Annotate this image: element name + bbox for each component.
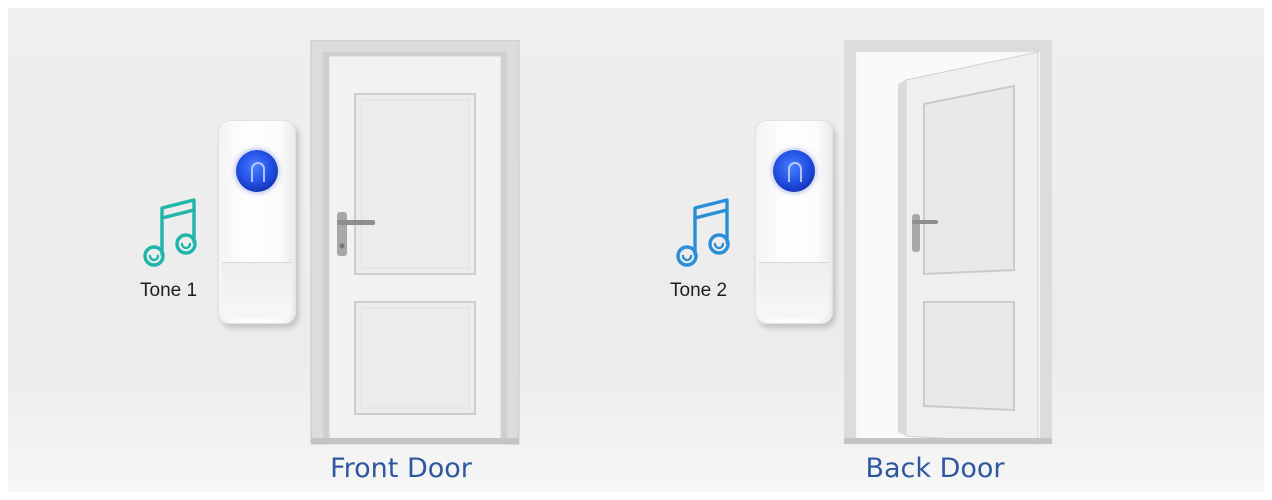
door-label: Back Door <box>865 453 1005 484</box>
doorbell-button-light <box>236 150 278 192</box>
front-door <box>310 40 520 445</box>
doorbell-button-light <box>773 150 815 192</box>
product-illustration: Tone 1 Front Door Tone 2 Back Door <box>0 0 1272 500</box>
tone-label: Tone 2 <box>670 280 728 301</box>
music-note-icon <box>676 198 730 267</box>
doorbell-label-panel <box>759 262 829 319</box>
music-note-icon <box>143 198 197 267</box>
tone-label: Tone 1 <box>140 280 198 301</box>
back-door <box>844 40 1052 445</box>
doorbell-label-panel <box>222 262 292 319</box>
door-label: Front Door <box>330 453 472 484</box>
doorbell-receiver <box>218 120 296 324</box>
doorbell-receiver <box>755 120 833 324</box>
